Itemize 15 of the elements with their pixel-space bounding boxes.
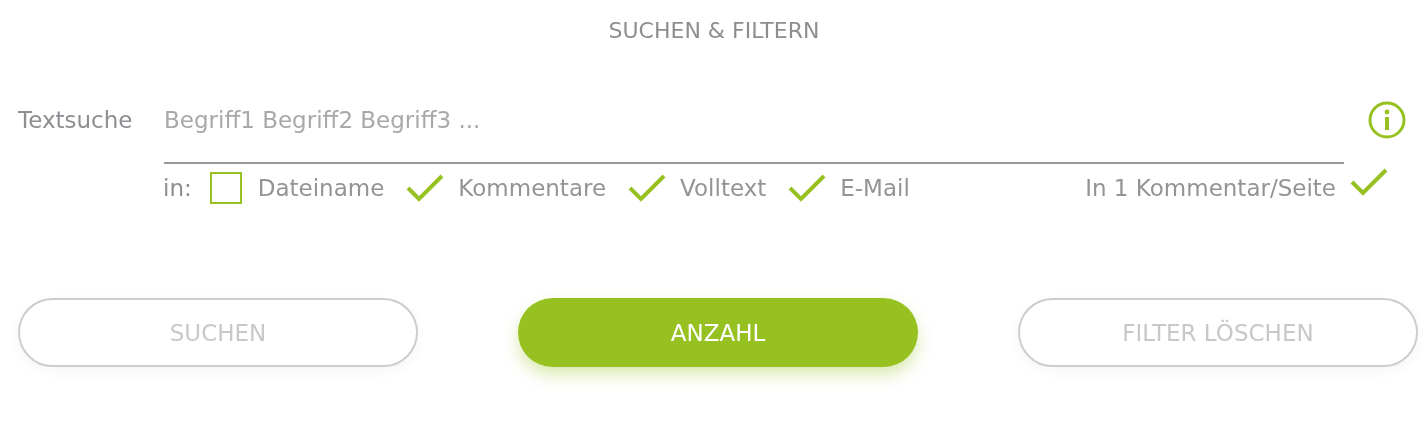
option-label: E-Mail xyxy=(840,175,910,201)
action-button[interactable]: ANZAHL xyxy=(518,298,918,367)
check-icon[interactable] xyxy=(406,174,445,202)
dialog-title: SUCHEN & FILTERN xyxy=(608,17,820,45)
info-icon[interactable] xyxy=(1367,100,1407,140)
option-label: Volltext xyxy=(680,175,767,201)
check-icon[interactable] xyxy=(1350,168,1388,196)
check-icon[interactable] xyxy=(628,174,667,202)
check-icon[interactable] xyxy=(788,174,827,202)
option-label: Dateiname xyxy=(257,175,385,201)
scope-label: in: xyxy=(163,175,192,201)
option-label: Kommentare xyxy=(458,175,607,201)
option-label: In 1 Kommentar/Seite xyxy=(1085,175,1336,201)
search-label: Textsuche xyxy=(18,106,134,135)
checkbox[interactable] xyxy=(209,172,242,204)
